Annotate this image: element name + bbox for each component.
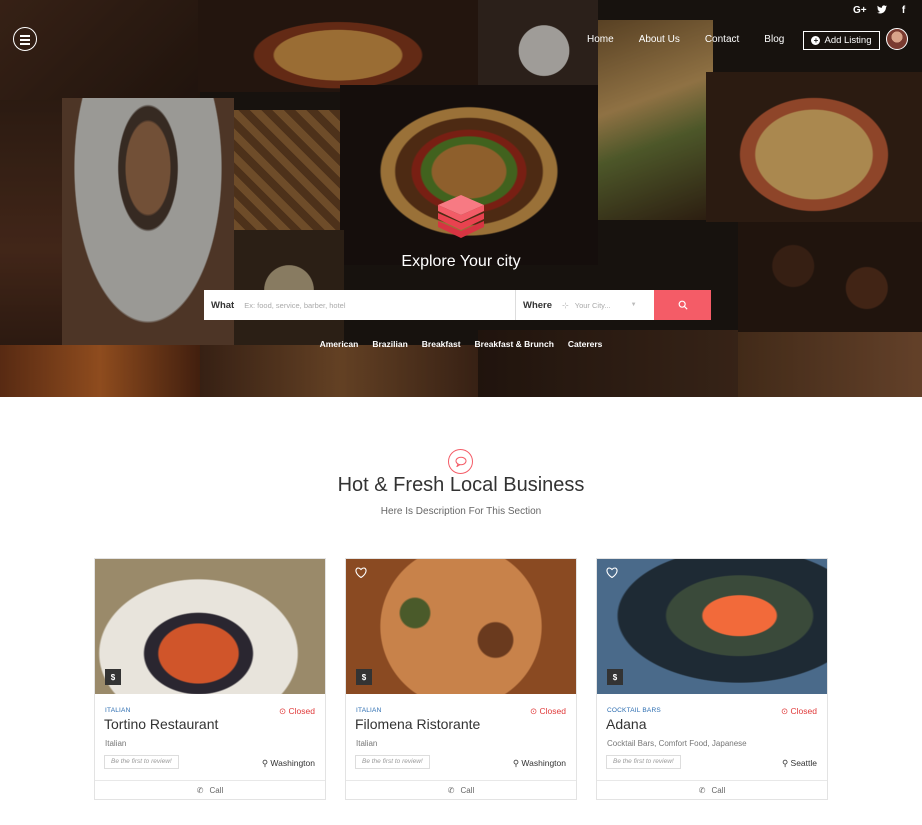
plus-circle-icon: + [811, 36, 821, 45]
chat-bubble-icon [448, 449, 473, 474]
category-link[interactable]: Brazilian [365, 339, 414, 349]
nav-home[interactable]: Home [587, 34, 614, 45]
where-label: Where [523, 299, 553, 311]
review-button[interactable]: Be the first to review! [355, 755, 430, 769]
listing-category[interactable]: Cocktail Bars [607, 707, 661, 714]
search-icon [678, 300, 688, 310]
chevron-down-icon[interactable]: ▼ [631, 302, 637, 308]
search-button[interactable] [654, 290, 711, 320]
category-link[interactable]: Breakfast [415, 339, 468, 349]
review-button[interactable]: Be the first to review! [104, 755, 179, 769]
locate-icon[interactable]: ⊹ [562, 301, 569, 310]
main-nav: Home About Us Contact Blog [587, 34, 809, 45]
clock-icon: ⊙ [530, 706, 540, 716]
clock-icon: ⊙ [781, 706, 791, 716]
what-search-field[interactable]: What Ex: food, service, barber, hotel [204, 290, 516, 320]
call-button[interactable]: ✆ Call [597, 780, 827, 800]
price-badge: $ [607, 669, 623, 685]
listing-title[interactable]: Tortino Restaurant [104, 716, 218, 732]
price-badge: $ [356, 669, 372, 685]
where-search-field[interactable]: Where ⊹ Your City... ▼ [516, 290, 654, 320]
status-text: Closed [790, 706, 817, 716]
status-badge: ⊙ Closed [530, 706, 566, 717]
phone-icon: ✆ [698, 786, 706, 795]
category-links: American Brazilian Breakfast Breakfast &… [0, 339, 922, 349]
listing-card[interactable]: $ Cocktail Bars ⊙ Closed Adana Cocktail … [596, 558, 828, 800]
user-avatar[interactable] [886, 28, 908, 50]
twitter-icon[interactable] [875, 5, 888, 17]
search-bar: What Ex: food, service, barber, hotel Wh… [204, 290, 711, 320]
listing-category[interactable]: Italian [356, 707, 381, 714]
status-text: Closed [288, 706, 315, 716]
phone-icon: ✆ [447, 786, 455, 795]
call-label: Call [209, 786, 224, 795]
social-links: G+ f [853, 5, 910, 17]
location-text: Washington [270, 758, 315, 768]
listing-image[interactable] [346, 559, 576, 694]
listing-location: ⚲ Washington [513, 758, 566, 769]
hamburger-menu-button[interactable] [13, 27, 37, 51]
google-plus-icon[interactable]: G+ [853, 5, 867, 17]
hero-banner: G+ f Home About Us Contact Blog + Add Li… [0, 0, 922, 397]
call-label: Call [460, 786, 475, 795]
nav-contact[interactable]: Contact [705, 34, 739, 45]
listing-tags: Italian [105, 739, 127, 748]
phone-icon: ✆ [196, 786, 204, 795]
listing-card[interactable]: $ Italian ⊙ Closed Filomena Ristorante I… [345, 558, 577, 800]
listing-title[interactable]: Filomena Ristorante [355, 716, 480, 732]
listing-tags: Cocktail Bars, Comfort Food, Japanese [607, 739, 747, 748]
category-link[interactable]: Breakfast & Brunch [468, 339, 561, 349]
listing-location: ⚲ Washington [262, 758, 315, 769]
add-listing-button[interactable]: + Add Listing [803, 31, 880, 50]
listing-card[interactable]: $ Italian ⊙ Closed Tortino Restaurant It… [94, 558, 326, 800]
price-badge: $ [105, 669, 121, 685]
where-input[interactable]: Your City... [575, 301, 611, 310]
heart-icon[interactable] [606, 567, 618, 578]
what-input[interactable]: Ex: food, service, barber, hotel [244, 301, 345, 310]
nav-blog[interactable]: Blog [764, 34, 784, 45]
what-label: What [211, 299, 235, 311]
status-badge: ⊙ Closed [781, 706, 817, 717]
heart-icon[interactable] [355, 567, 367, 578]
nav-about-us[interactable]: About Us [639, 34, 680, 45]
layers-logo-icon [438, 195, 484, 238]
facebook-icon[interactable]: f [897, 5, 910, 17]
listing-image[interactable] [597, 559, 827, 694]
status-badge: ⊙ Closed [279, 706, 315, 717]
listing-tags: Italian [356, 739, 378, 748]
category-link[interactable]: American [313, 339, 366, 349]
add-listing-label: Add Listing [824, 35, 872, 46]
listing-category[interactable]: Italian [105, 707, 130, 714]
location-text: Washington [521, 758, 566, 768]
section-title: Hot & Fresh Local Business [337, 474, 585, 496]
review-button[interactable]: Be the first to review! [606, 755, 681, 769]
listing-location: ⚲ Seattle [782, 758, 817, 769]
map-pin-icon: ⚲ [781, 758, 791, 768]
clock-icon: ⊙ [279, 706, 289, 716]
call-label: Call [711, 786, 726, 795]
hero-title: Explore Your city [401, 253, 521, 270]
listing-image[interactable] [95, 559, 325, 694]
status-text: Closed [539, 706, 566, 716]
section-description: Here Is Description For This Section [380, 506, 542, 517]
listing-title[interactable]: Adana [606, 716, 646, 732]
call-button[interactable]: ✆ Call [95, 780, 325, 800]
category-link[interactable]: Caterers [561, 339, 610, 349]
location-text: Seattle [790, 758, 817, 768]
call-button[interactable]: ✆ Call [346, 780, 576, 800]
